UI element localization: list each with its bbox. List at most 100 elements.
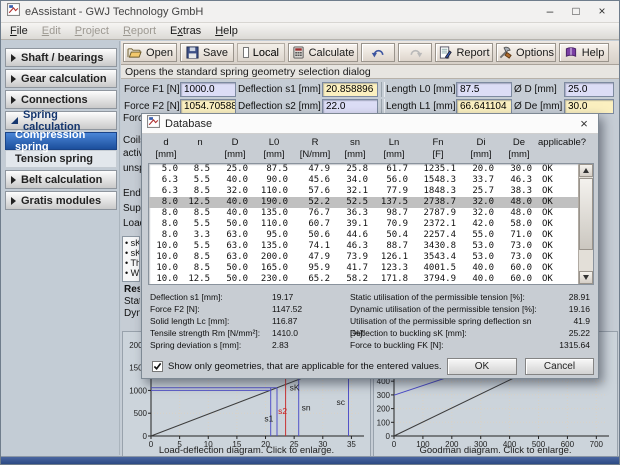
length-l1-label: Length L1 [mm] [386, 101, 456, 112]
open-button[interactable]: Open [123, 43, 177, 62]
chevron-right-icon [11, 176, 16, 184]
table-row[interactable]: 8.08.540.0135.076.736.398.72787.932.048.… [149, 208, 578, 219]
menu-extras[interactable]: Extras [163, 25, 208, 37]
summary-value: 116.87 [272, 315, 350, 327]
table-cell: 171.8 [375, 274, 415, 284]
deflection-s1-field[interactable]: 20.858896 [322, 82, 378, 97]
summary-label: Spring deviation s [mm]: [150, 339, 272, 351]
column-header-fn: Fn[F] [414, 137, 462, 161]
undo-button[interactable] [361, 43, 395, 62]
clipped-label: unspr [123, 163, 142, 174]
summary-row: Spring deviation s [mm]:2.83Force to buc… [150, 339, 594, 351]
table-cell: OK [539, 252, 578, 263]
arrow-down-icon [583, 275, 589, 280]
column-name: D [216, 137, 254, 149]
table-row[interactable]: 6.35.540.090.045.634.056.01548.333.746.3… [149, 175, 578, 186]
deflection-s2-label: Deflection s2 [mm] [238, 101, 322, 112]
table-cell: 50.6 [295, 230, 337, 241]
table-row[interactable]: 8.012.540.0190.052.252.5137.52738.732.04… [149, 197, 578, 208]
sidebar-item-gratis-modules[interactable]: Gratis modules [5, 191, 117, 210]
app-window: eAssistant - GWJ Technology GmbH – □ × F… [0, 0, 620, 465]
table-cell: 63.0 [217, 241, 255, 252]
length-l1-field[interactable]: 66.641104 [456, 99, 512, 114]
table-cell: 77.9 [375, 186, 415, 197]
scrollbar-thumb[interactable] [579, 178, 593, 250]
diameter-de-field[interactable]: 30.0 [564, 99, 614, 114]
local-checkbox[interactable]: Local [237, 43, 285, 62]
menu-project[interactable]: Project [68, 25, 116, 37]
table-row[interactable]: 8.03.363.095.050.644.650.42257.455.071.0… [149, 230, 578, 241]
minimize-button[interactable]: – [539, 4, 561, 20]
summary-label: Deflection to buckling sK [mm]: [350, 327, 548, 339]
svg-text:0: 0 [386, 432, 391, 441]
svg-text:300: 300 [377, 391, 391, 400]
menu-report[interactable]: Report [116, 25, 163, 37]
summary-label: Force F2 [N]: [150, 303, 272, 315]
table-row[interactable]: 10.08.563.0200.047.973.9126.13543.453.07… [149, 252, 578, 263]
maximize-button[interactable]: □ [565, 4, 587, 20]
table-cell: OK [539, 208, 578, 219]
redo-button[interactable] [398, 43, 432, 62]
table-cell: 165.0 [255, 263, 295, 274]
column-header-applicable: applicable? [538, 137, 577, 161]
calculate-button[interactable]: Calculate [288, 43, 358, 62]
table-cell: 50.0 [217, 263, 255, 274]
table-row[interactable]: 8.05.550.0110.060.739.170.92372.142.058.… [149, 219, 578, 230]
menu-edit[interactable]: Edit [35, 25, 68, 37]
force-f1-field[interactable]: 1000.0 [180, 82, 236, 97]
table-cell: 58.2 [337, 274, 375, 284]
deflection-s2-field[interactable]: 22.0 [322, 99, 378, 114]
menu-help[interactable]: Help [208, 25, 245, 37]
help-button[interactable]: Help [559, 43, 609, 62]
undo-icon [371, 47, 386, 59]
table-row[interactable]: 10.012.550.0230.065.258.2171.83794.940.0… [149, 274, 578, 284]
close-button[interactable]: × [591, 4, 613, 20]
svg-text:100: 100 [377, 418, 391, 427]
column-name: Di [462, 137, 500, 149]
sidebar-item-shaft-bearings[interactable]: Shaft / bearings [5, 48, 117, 67]
menu-file[interactable]: File [3, 25, 35, 37]
table-cell: 74.1 [295, 241, 337, 252]
sidebar-item-spring-calculation[interactable]: Spring calculation [5, 111, 117, 130]
show-only-applicable-checkbox[interactable]: Show only geometries, that are applicabl… [152, 361, 442, 372]
table-row[interactable]: 10.05.563.0135.074.146.388.73430.853.073… [149, 241, 578, 252]
clipped-label: Suppo [123, 203, 142, 214]
cancel-button[interactable]: Cancel [525, 358, 594, 375]
sidebar-item-gear-calculation[interactable]: Gear calculation [5, 69, 117, 88]
column-header-r: R[N/mm] [294, 137, 336, 161]
table-cell: 73.0 [501, 252, 539, 263]
report-button[interactable]: Report [435, 43, 493, 62]
svg-text:sc: sc [337, 397, 346, 407]
diameter-d-field[interactable]: 25.0 [564, 82, 614, 97]
sidebar-item-compression-spring[interactable]: Compression spring [5, 132, 117, 150]
column-header-n: n [184, 137, 216, 161]
table-row[interactable]: 6.38.532.0110.057.632.177.91848.325.738.… [149, 186, 578, 197]
dialog-title: Database [165, 118, 575, 130]
table-row[interactable]: 10.08.550.0165.095.941.7123.34001.540.06… [149, 263, 578, 274]
sidebar-item-belt-calculation[interactable]: Belt calculation [5, 170, 117, 189]
table-cell: 2257.4 [415, 230, 463, 241]
table-cell: 76.7 [295, 208, 337, 219]
table-row[interactable]: 5.08.525.087.547.925.861.71235.120.030.0… [149, 164, 578, 175]
table-cell: 60.0 [501, 274, 539, 284]
table-cell: 2372.1 [415, 219, 463, 230]
table-cell: 3430.8 [415, 241, 463, 252]
options-button[interactable]: Options [496, 43, 556, 62]
clipped-bullet-list: • sK• sK• Thi• Wh [122, 236, 140, 282]
column-name: Fn [414, 137, 462, 149]
table-cell: 1235.1 [415, 164, 463, 175]
column-header-di: Di[mm] [462, 137, 500, 161]
force-f2-label: Force F2 [N] [124, 101, 180, 112]
scroll-down-button[interactable] [579, 271, 593, 284]
summary-value: 41.9 [548, 315, 594, 327]
table-cell: 52.5 [337, 197, 375, 208]
table-cell: 3543.4 [415, 252, 463, 263]
dialog-close-icon[interactable]: × [575, 116, 593, 131]
length-l0-field[interactable]: 87.5 [456, 82, 512, 97]
sidebar-item-connections[interactable]: Connections [5, 90, 117, 109]
table-scrollbar[interactable] [578, 164, 593, 284]
force-f2-field[interactable]: 1054.70588 [180, 99, 236, 114]
scroll-up-button[interactable] [579, 164, 593, 177]
save-button[interactable]: Save [180, 43, 234, 62]
ok-button[interactable]: OK [447, 358, 517, 375]
